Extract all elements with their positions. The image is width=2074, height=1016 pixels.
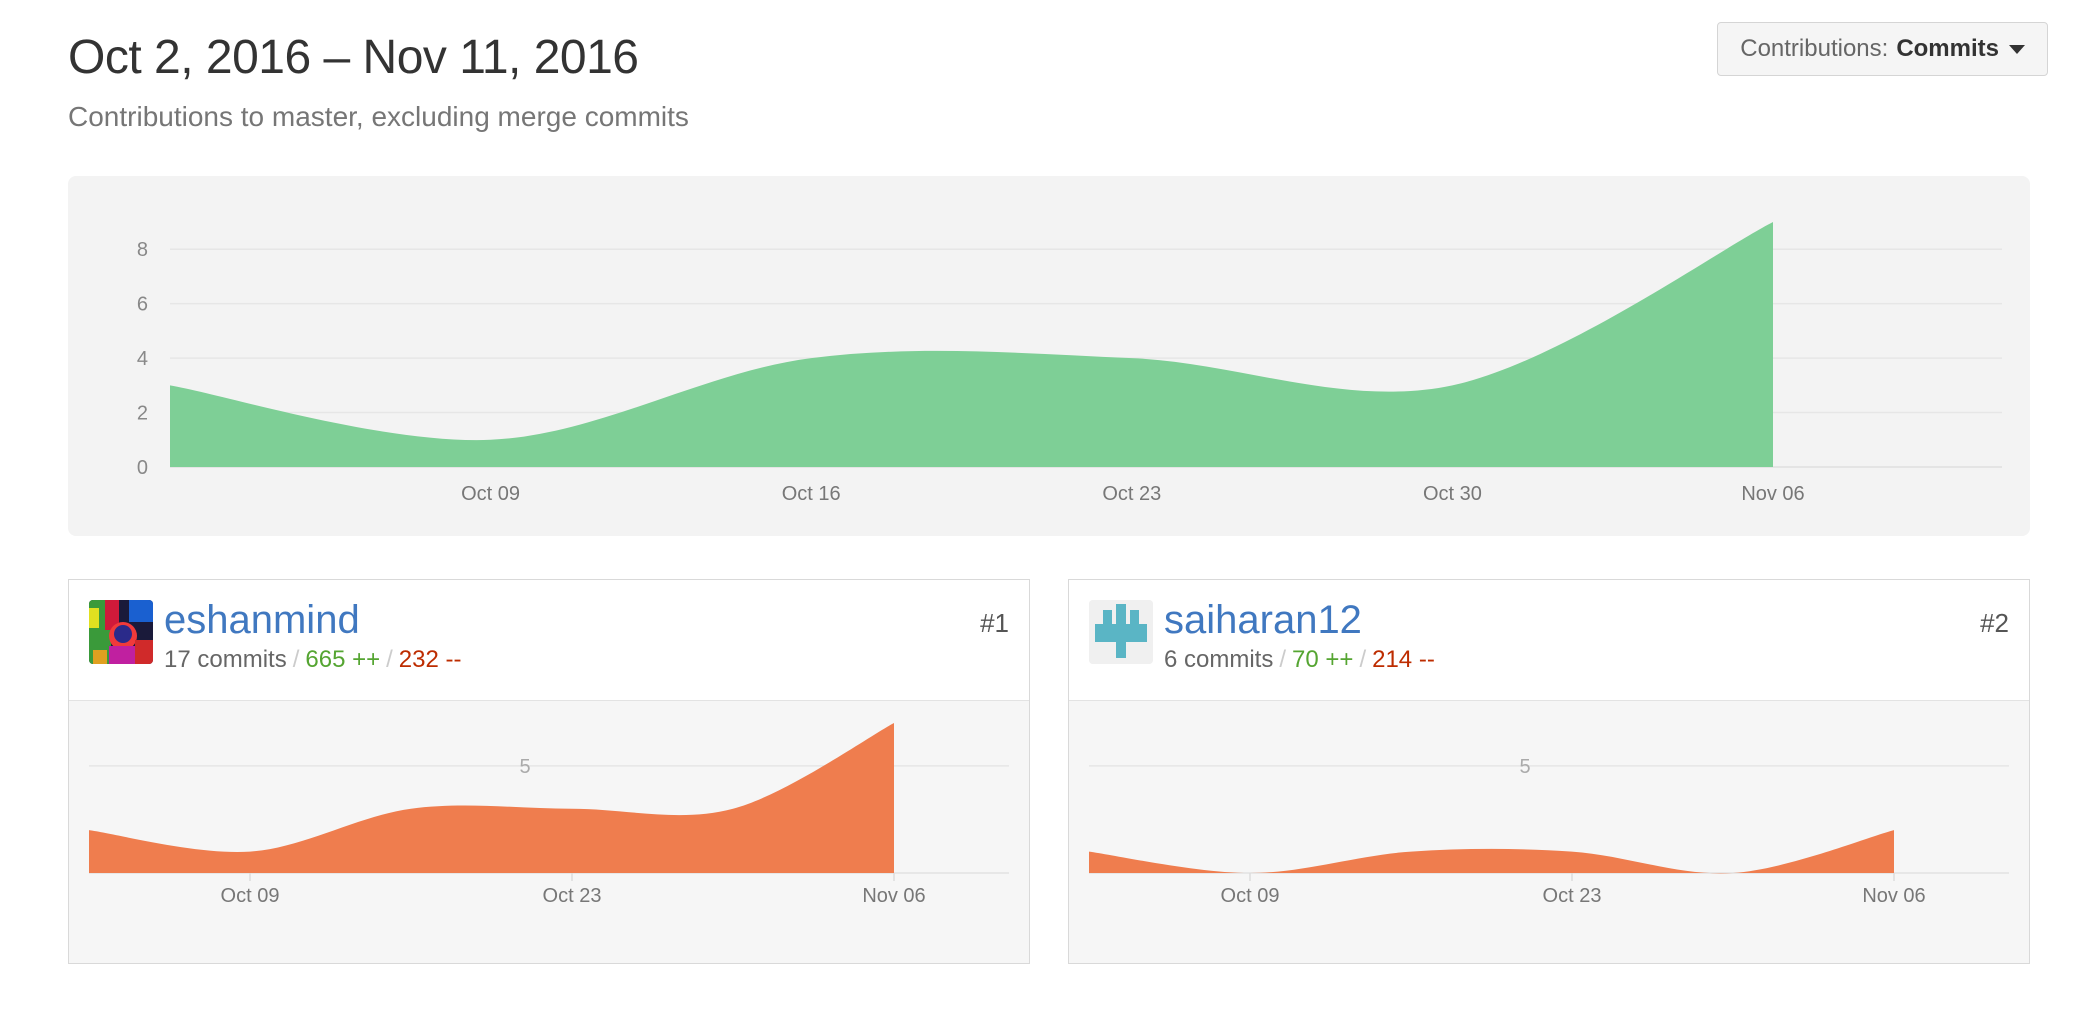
x-tick-label: Oct 30 [1423, 483, 1482, 505]
series-area [170, 222, 1773, 467]
y-tick-label: 6 [137, 294, 148, 316]
contributor-card-header: saiharan12 6 commits/70 ++/214 -- #2 [1069, 580, 2029, 701]
series-area [1089, 830, 1894, 874]
x-tick-label: Oct 16 [782, 483, 841, 505]
series-area [89, 723, 894, 873]
contributor-stats: 6 commits/70 ++/214 -- [1164, 646, 1435, 674]
contributor-chart-svg: 5 Oct 09 Oct 23 Nov 06 [89, 723, 1009, 907]
contributor-username-link[interactable]: saiharan12 [1164, 598, 1362, 643]
stat-separator: / [1279, 646, 1287, 673]
overview-chart-svg: 0 2 4 6 8 Oct 09 Oct 16 Oct 23 Oct 30 Nov 06 [137, 222, 2002, 505]
y-tick-label: 8 [137, 239, 148, 261]
contributor-card: eshanmind 17 commits/665 ++/232 -- #1 5O… [68, 579, 1030, 964]
avatar[interactable] [1089, 600, 1153, 664]
x-tick-label: Oct 23 [1543, 885, 1602, 907]
commits-overview-chart: 0 2 4 6 8 Oct 09 Oct 16 Oct 23 Oct 30 Nov 06 [68, 176, 2030, 536]
stat-separator: / [386, 646, 393, 673]
dropdown-label: Contributions: [1740, 35, 1889, 62]
contributor-chart-svg: 5 Oct 09 Oct 23 Nov 06 [1089, 756, 2009, 907]
x-tick-label: Oct 09 [1221, 885, 1280, 907]
contributor-stats: 17 commits/665 ++/232 -- [164, 646, 462, 674]
page-subtitle: Contributions to master, excluding merge… [68, 101, 689, 132]
y-tick-label: 2 [137, 403, 148, 425]
page-header: Oct 2, 2016 – Nov 11, 2016 Contributions… [68, 30, 689, 133]
y-tick-label: 4 [137, 348, 148, 370]
x-tick-label: Oct 23 [1102, 483, 1161, 505]
commits-count: 17 commits [164, 646, 287, 673]
contributions-type-dropdown[interactable]: Contributions: Commits [1717, 22, 2048, 76]
additions-count: 70 ++ [1292, 646, 1354, 673]
x-tick-label: Oct 23 [543, 885, 602, 907]
contributor-rank: #2 [1980, 608, 2009, 638]
commits-count: 6 commits [1164, 646, 1274, 673]
contributor-card-header: eshanmind 17 commits/665 ++/232 -- #1 [69, 580, 1029, 701]
x-tick-label: Oct 09 [221, 885, 280, 907]
deletions-count: 232 -- [398, 646, 462, 673]
additions-count: 665 ++ [305, 646, 381, 673]
deletions-count: 214 -- [1372, 646, 1435, 673]
avatar[interactable] [89, 600, 153, 664]
contributor-chart-area: 5 Oct 09 Oct 23 Nov 06 [69, 701, 1029, 963]
dropdown-value: Commits [1896, 35, 1999, 62]
x-tick-label: Nov 06 [1862, 885, 1925, 907]
contributor-card: saiharan12 6 commits/70 ++/214 -- #2 5 Oc… [1068, 579, 2030, 964]
y-tick-label: 5 [519, 756, 530, 778]
stat-separator: / [292, 646, 300, 673]
x-tick-label: Oct 09 [461, 483, 520, 505]
page-title: Oct 2, 2016 – Nov 11, 2016 [68, 31, 639, 84]
x-tick-label: Nov 06 [1741, 483, 1804, 505]
x-tick-label: Nov 06 [862, 885, 925, 907]
contributor-username-link[interactable]: eshanmind [164, 598, 360, 643]
y-tick-label: 5 [1519, 756, 1530, 778]
contributor-rank: #1 [980, 608, 1009, 638]
y-tick-label: 0 [137, 457, 148, 479]
caret-down-icon [2009, 44, 2025, 54]
contributor-chart-area: 5 Oct 09 Oct 23 Nov 06 [1069, 701, 2029, 963]
stat-separator: / [1359, 646, 1367, 673]
